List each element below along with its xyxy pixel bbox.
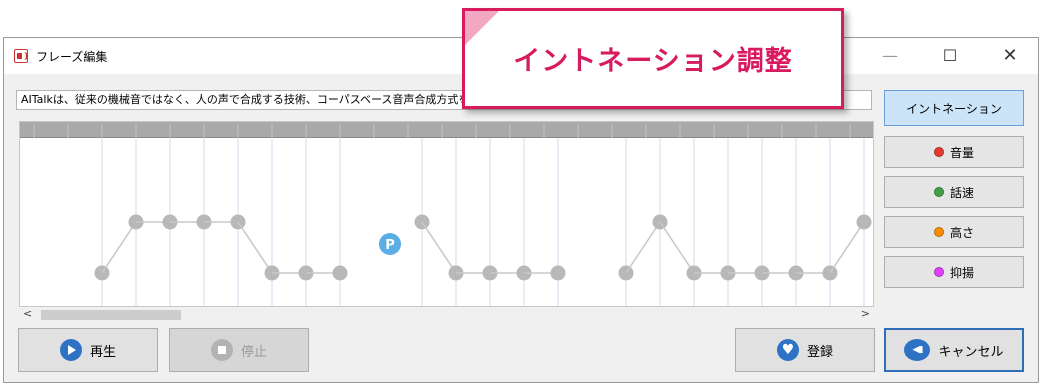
intonation-editor[interactable]: エーアイトークワジューライノキカイオンデワ、P	[19, 121, 874, 307]
cancel-button[interactable]: キャンセル	[884, 328, 1024, 372]
minimize-button[interactable]: —	[870, 44, 910, 68]
pitch-button[interactable]: 高さ	[884, 216, 1024, 248]
intonation-point[interactable]	[332, 265, 348, 281]
volume-button[interactable]: 音量	[884, 136, 1024, 168]
ruler-ticks	[33, 124, 851, 138]
register-button-label: 登録	[806, 344, 833, 360]
play-icon	[59, 339, 82, 361]
scroll-left-arrow[interactable]: <	[23, 307, 32, 320]
cancel-button-label: キャンセル	[938, 344, 1004, 360]
intonation-segment	[237, 221, 273, 274]
intonation-graph[interactable]: エーアイトークワジューライノキカイオンデワ、P	[20, 122, 874, 307]
heart-icon	[776, 339, 799, 361]
intonation-callout: イントネーション調整	[462, 8, 844, 109]
volume-button-label: 音量	[949, 145, 974, 160]
callout-title: イントネーション調整	[513, 46, 793, 77]
green-dot-icon	[933, 187, 944, 197]
scroll-right-arrow[interactable]: >	[861, 307, 870, 320]
scroll-thumb[interactable]	[41, 310, 181, 320]
inflection-button-label: 抑揚	[949, 265, 974, 280]
red-dot-icon	[933, 147, 944, 157]
app-speaker-icon	[14, 49, 28, 63]
play-button-label: 再生	[89, 344, 116, 360]
register-button[interactable]: 登録	[735, 328, 875, 372]
intonation-point[interactable]	[550, 265, 566, 281]
intonation-point[interactable]	[856, 214, 872, 230]
stop-button-label: 停止	[240, 344, 267, 360]
intonation-segment	[659, 221, 695, 274]
pitch-button-label: 高さ	[949, 225, 974, 240]
timeline-ruler	[20, 122, 873, 138]
intonation-segment	[829, 221, 865, 274]
intonation-button-label: イントネーション	[906, 101, 1002, 116]
intonation-segment	[421, 221, 457, 274]
intonation-segment	[101, 221, 137, 274]
speed-button-label: 話速	[949, 185, 974, 200]
speed-button[interactable]: 話速	[884, 176, 1024, 208]
horizontal-scrollbar[interactable]: < >	[19, 307, 874, 323]
pause-marker-label: P	[385, 238, 395, 253]
stop-button[interactable]: 停止	[169, 328, 309, 372]
stop-icon	[210, 339, 233, 361]
inflection-button[interactable]: 抑揚	[884, 256, 1024, 288]
maximize-button[interactable]: ☐	[930, 44, 970, 68]
close-button[interactable]: ✕	[990, 44, 1030, 68]
intonation-button[interactable]: イントネーション	[884, 90, 1024, 126]
magenta-dot-icon	[933, 267, 944, 277]
intonation-segment	[625, 221, 661, 274]
cancel-icon	[904, 339, 931, 361]
play-button[interactable]: 再生	[18, 328, 158, 372]
window-title: フレーズ編集	[36, 50, 108, 64]
orange-dot-icon	[933, 227, 944, 237]
